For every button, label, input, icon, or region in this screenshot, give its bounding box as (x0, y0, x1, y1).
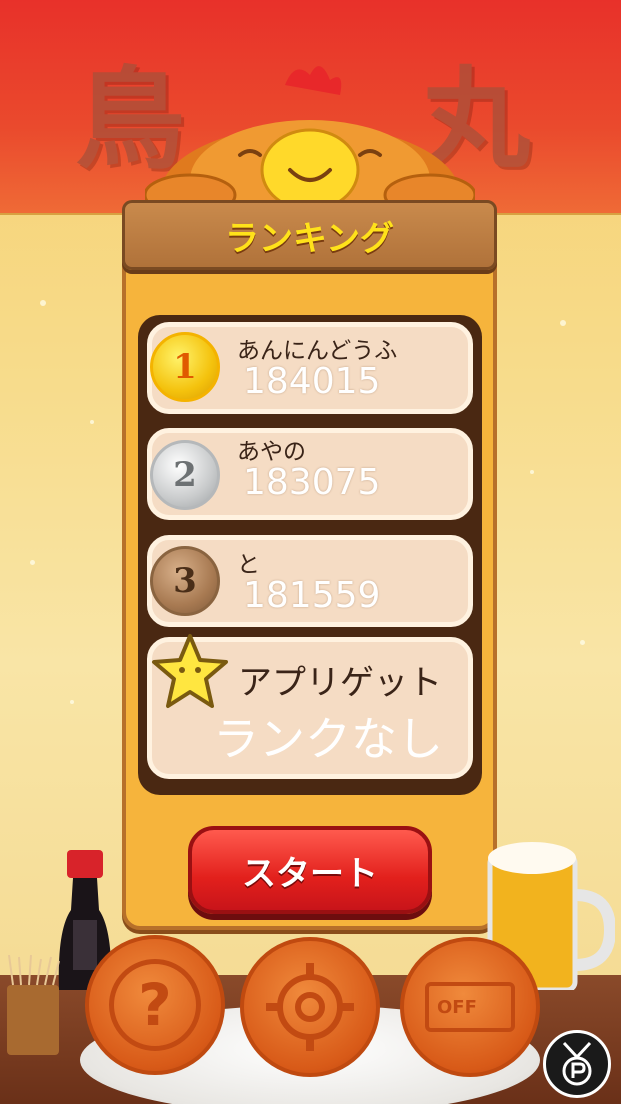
sparkle (30, 560, 35, 565)
star-icon (152, 634, 228, 708)
start-button[interactable]: スタート (188, 826, 432, 914)
help-glyph: ? (138, 971, 172, 1039)
player-score: 183075 (243, 462, 381, 503)
player-score: 184015 (243, 361, 381, 402)
achievement-medal-button[interactable] (543, 1030, 611, 1098)
appliget-rank-status: ランクなし (213, 712, 443, 766)
gold-medal-icon: 1 (150, 332, 220, 402)
sparkle (40, 300, 46, 306)
sparkle (530, 470, 534, 474)
chicken-mascot-icon (145, 66, 475, 215)
ranking-title-plank: ランキング (122, 200, 497, 270)
help-icon: ? (109, 959, 201, 1051)
achievement-medal-icon (562, 1041, 592, 1086)
gear-icon (266, 963, 354, 1051)
help-button[interactable]: ? (85, 935, 225, 1075)
silver-medal-icon: 2 (150, 440, 220, 510)
player-name: と (237, 552, 260, 578)
player-score: 181559 (243, 575, 381, 616)
player-name: あんにんどうふ (237, 338, 398, 364)
sound-toggle-button[interactable]: OFF (400, 937, 540, 1077)
sparkle (560, 320, 566, 326)
sound-off-label: OFF (437, 996, 477, 1018)
sparkle (580, 640, 585, 645)
settings-button[interactable] (240, 937, 380, 1077)
sparkle (90, 420, 94, 424)
sound-off-icon: OFF (425, 982, 515, 1032)
ranking-title: ランキング (225, 218, 394, 259)
sparkle (70, 700, 74, 704)
bronze-medal-icon: 3 (150, 546, 220, 616)
player-name: あやの (237, 439, 306, 465)
toothpick-holder-icon (7, 955, 60, 1055)
start-button-label: スタート (242, 853, 378, 894)
appliget-label: アプリゲット (238, 663, 442, 703)
